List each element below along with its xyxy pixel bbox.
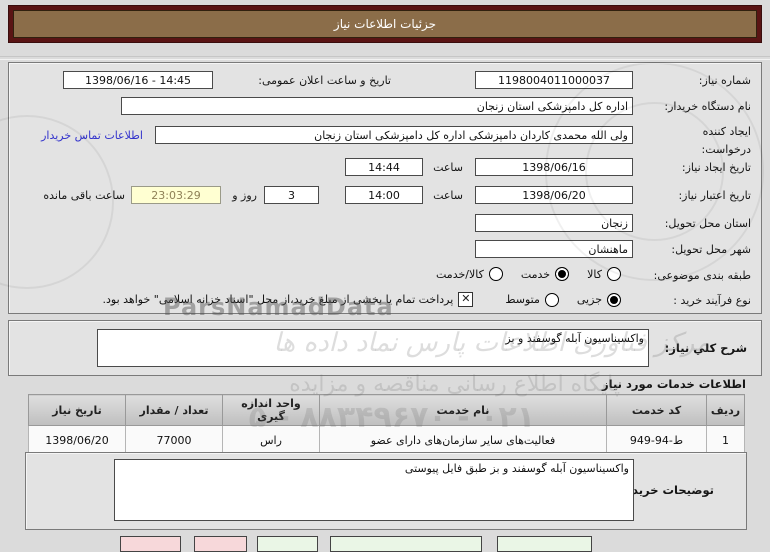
subject-option-goods[interactable]: کالا — [587, 267, 621, 281]
col-service-code: کد خدمت — [606, 394, 707, 426]
treasury-note: پرداخت تمام یا بخشی از مبلغ خرید،از محل … — [102, 293, 454, 306]
valid-time-field[interactable]: 14:00 — [345, 186, 423, 204]
buyer-org-label: نام دستگاه خریدار: — [664, 100, 751, 113]
subject-class-options: کالا خدمت کالا/خدمت — [418, 267, 621, 281]
cell-service-name: فعالیت‌های سایر سازمان‌های دارای عضو — [319, 425, 607, 455]
buyer-notes-field[interactable]: واکسیناسیون آبله گوسفند و بز طبق فایل پی… — [114, 459, 634, 521]
goods-service-radio[interactable] — [488, 267, 503, 281]
valid-time-label: ساعت — [433, 189, 463, 202]
action-button-3[interactable] — [257, 536, 318, 552]
col-row-number: ردیف — [706, 394, 745, 426]
services-section-header: اطلاعات خدمات مورد نياز — [602, 377, 746, 391]
created-date-label: تاریخ ایجاد نیاز: — [681, 161, 751, 174]
remaining-days-box: 3 — [264, 186, 319, 204]
created-date-field[interactable]: 1398/06/16 — [475, 158, 633, 176]
city-field[interactable]: ماهنشان — [475, 240, 633, 258]
action-button-4[interactable] — [330, 536, 482, 552]
col-service-name: نام خدمت — [319, 394, 607, 426]
need-description-field[interactable]: واکسیناسیون آبله گوسفند و بز — [97, 329, 649, 367]
medium-radio-label: متوسط — [505, 293, 540, 306]
province-field[interactable]: زنجان — [475, 214, 633, 232]
service-radio-label: خدمت — [520, 267, 551, 281]
buyer-notes-groupbox: توضيحات خريدار: واکسیناسیون آبله گوسفند … — [25, 452, 747, 530]
buyer-org-field[interactable]: اداره کل دامپزشکی استان زنجان — [121, 97, 633, 115]
process-type-options: جزیی متوسط پرداخت تمام یا بخشی از مبلغ خ… — [85, 292, 621, 307]
remaining-days-label: روز و — [232, 189, 257, 202]
minor-radio-label: جزیی — [576, 293, 602, 306]
page-title: جزئیات اطلاعات نیاز — [13, 10, 757, 38]
goods-service-radio-label: کالا/خدمت — [436, 267, 484, 281]
divider — [0, 56, 770, 60]
request-creator-field[interactable]: ولی الله محمدی کاردان دامپزشکی اداره کل … — [155, 126, 633, 144]
cell-service-code: ط-94-949 — [606, 425, 707, 455]
need-info-groupbox: شماره نیاز: 1198004011000037 تاریخ و ساع… — [8, 62, 762, 314]
col-need-date: تاریخ نیاز — [28, 394, 126, 426]
cell-need-date: 1398/06/20 — [28, 425, 126, 455]
city-label: شهر محل تحویل: — [671, 243, 751, 256]
treasury-option[interactable]: پرداخت تمام یا بخشی از مبلغ خرید،از محل … — [103, 292, 474, 307]
service-radio[interactable] — [555, 267, 570, 281]
public-announce-label: تاریخ و ساعت اعلان عمومی: — [258, 74, 391, 87]
treasury-checkbox[interactable] — [458, 292, 474, 307]
medium-radio[interactable] — [544, 292, 559, 307]
subject-class-label: طبقه بندی موضوعی: — [653, 269, 751, 282]
created-time-field[interactable]: 14:44 — [345, 158, 423, 176]
public-announce-field[interactable]: 1398/06/16 - 14:45 — [63, 71, 213, 89]
valid-date-field[interactable]: 1398/06/20 — [475, 186, 633, 204]
action-button-1[interactable] — [120, 536, 181, 552]
cell-quantity: 77000 — [125, 425, 223, 455]
col-quantity: تعداد / مقدار — [125, 394, 223, 426]
action-button-5[interactable] — [497, 536, 592, 552]
process-option-minor[interactable]: جزیی — [576, 292, 621, 307]
subject-option-goods-service[interactable]: کالا/خدمت — [436, 267, 503, 281]
services-table: ردیف کد خدمت نام خدمت واحد اندازه گیری ت… — [28, 394, 745, 455]
created-time-label: ساعت — [433, 161, 463, 174]
process-option-medium[interactable]: متوسط — [505, 292, 559, 307]
need-description-label: شرح كلي نياز: — [664, 341, 747, 355]
col-unit: واحد اندازه گیری — [222, 394, 320, 426]
need-number-label: شماره نیاز: — [698, 74, 751, 87]
goods-radio-label: کالا — [587, 267, 602, 281]
remaining-time-label: ساعت باقی مانده — [43, 189, 125, 202]
process-type-label: نوع فرآیند خرید : — [673, 294, 751, 307]
need-description-groupbox: شرح كلي نياز: واکسیناسیون آبله گوسفند و … — [8, 320, 762, 376]
minor-radio[interactable] — [607, 292, 621, 307]
title-bar: جزئیات اطلاعات نیاز — [8, 5, 762, 43]
cell-row-number: 1 — [706, 425, 745, 455]
goods-radio[interactable] — [607, 267, 621, 281]
remaining-time-box: 23:03:29 — [131, 186, 221, 204]
request-creator-label: ایجاد کننده درخواست: — [701, 125, 751, 156]
valid-date-label: تاریخ اعتبار نیاز: — [678, 189, 751, 202]
subject-option-service[interactable]: خدمت — [520, 267, 570, 281]
cell-unit: راس — [222, 425, 320, 455]
action-button-2[interactable] — [194, 536, 247, 552]
buyer-contact-link[interactable]: اطلاعات تماس خریدار — [41, 129, 143, 142]
table-row: 1 ط-94-949 فعالیت‌های سایر سازمان‌های دا… — [28, 425, 745, 455]
services-table-header-row: ردیف کد خدمت نام خدمت واحد اندازه گیری ت… — [28, 394, 745, 426]
province-label: استان محل تحویل: — [664, 217, 751, 230]
need-number-field[interactable]: 1198004011000037 — [475, 71, 633, 89]
